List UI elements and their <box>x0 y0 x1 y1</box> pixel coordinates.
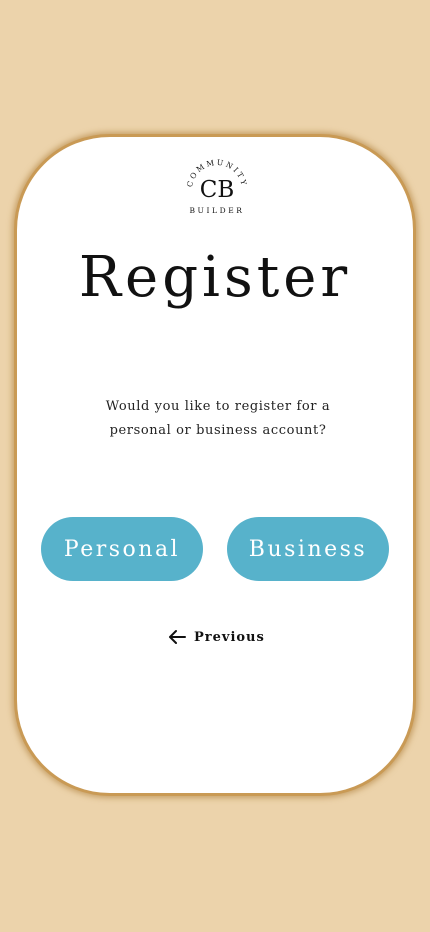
question-line-1: Would you like to register for a <box>105 399 331 414</box>
previous-label: Previous <box>194 629 265 645</box>
account-type-question: Would you like to register for a persona… <box>57 395 379 443</box>
page-title: Register <box>78 245 352 310</box>
arrow-left-icon <box>167 629 187 645</box>
community-builder-logo: COMMUNITY CB BUILDER <box>183 157 251 219</box>
question-line-2: personal or business account? <box>109 423 327 438</box>
register-card: COMMUNITY CB BUILDER Register Would you … <box>14 134 416 796</box>
business-button[interactable]: Business <box>227 517 389 581</box>
previous-link[interactable]: Previous <box>167 627 265 647</box>
logo-initials: CB <box>200 177 235 203</box>
personal-button[interactable]: Personal <box>41 517 203 581</box>
logo-sub-text: BUILDER <box>189 206 244 215</box>
